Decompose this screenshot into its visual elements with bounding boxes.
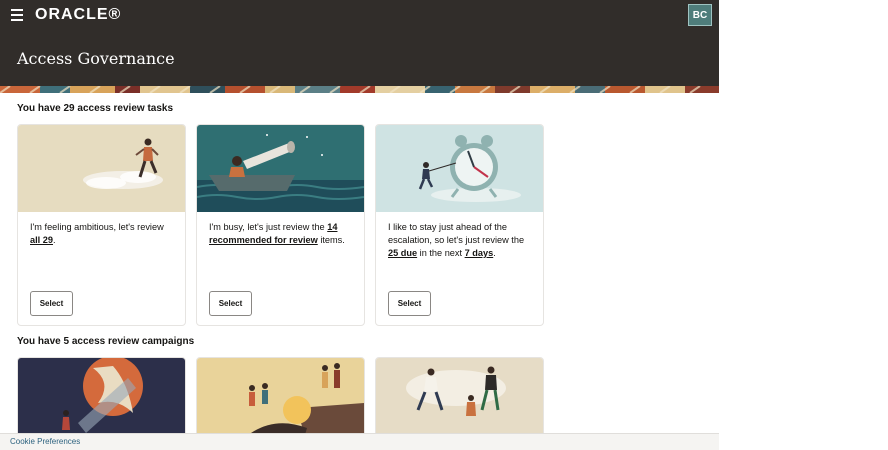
select-button-ambitious[interactable]: Select [30,291,73,316]
card-text-part: I'm busy, let's just review the [209,222,328,232]
app: ORACLE® BC Access Governance You have 29… [0,0,719,450]
page-title: Access Governance [17,49,175,68]
select-button-busy[interactable]: Select [209,291,252,316]
task-card-due: I like to stay just ahead of the escalat… [375,124,544,326]
cookie-preferences-link[interactable]: Cookie Preferences [10,437,80,446]
task-card-ambitious: I'm feeling ambitious, let's review all … [17,124,186,326]
card-text-part: items. [317,235,345,245]
card-illustration-telescope [197,125,364,212]
user-avatar[interactable]: BC [688,4,712,26]
select-button-due[interactable]: Select [388,291,431,316]
top-bar: ORACLE® BC [0,0,719,30]
card-text-part: . [53,235,56,245]
card-description: I like to stay just ahead of the escalat… [388,221,534,260]
card-illustration-climber [18,125,185,212]
card-text-part: . [493,248,496,258]
tasks-heading: You have 29 access review tasks [17,103,174,114]
card-description: I'm busy, let's just review the 14 recom… [209,221,355,247]
cookie-bar: Cookie Preferences [0,433,719,450]
campaign-illustration-people [376,358,543,445]
due-days-link[interactable]: 7 days [465,248,494,258]
card-description: I'm feeling ambitious, let's review all … [30,221,176,247]
card-illustration-clock [376,125,543,212]
card-text-part: in the next [417,248,465,258]
due-items-link[interactable]: 25 due [388,248,417,258]
review-all-link[interactable]: all 29 [30,235,53,245]
campaign-illustration-team [197,358,364,445]
task-card-busy: I'm busy, let's just review the 14 recom… [196,124,365,326]
decorative-banner-strip [0,86,719,93]
card-text-part: I'm feeling ambitious, let's review [30,222,164,232]
campaigns-heading: You have 5 access review campaigns [17,336,195,347]
campaign-illustration-flashlight [18,358,185,445]
card-text-part: I like to stay just ahead of the escalat… [388,222,525,245]
hamburger-menu-icon[interactable] [11,9,23,21]
oracle-logo[interactable]: ORACLE® [35,7,121,23]
